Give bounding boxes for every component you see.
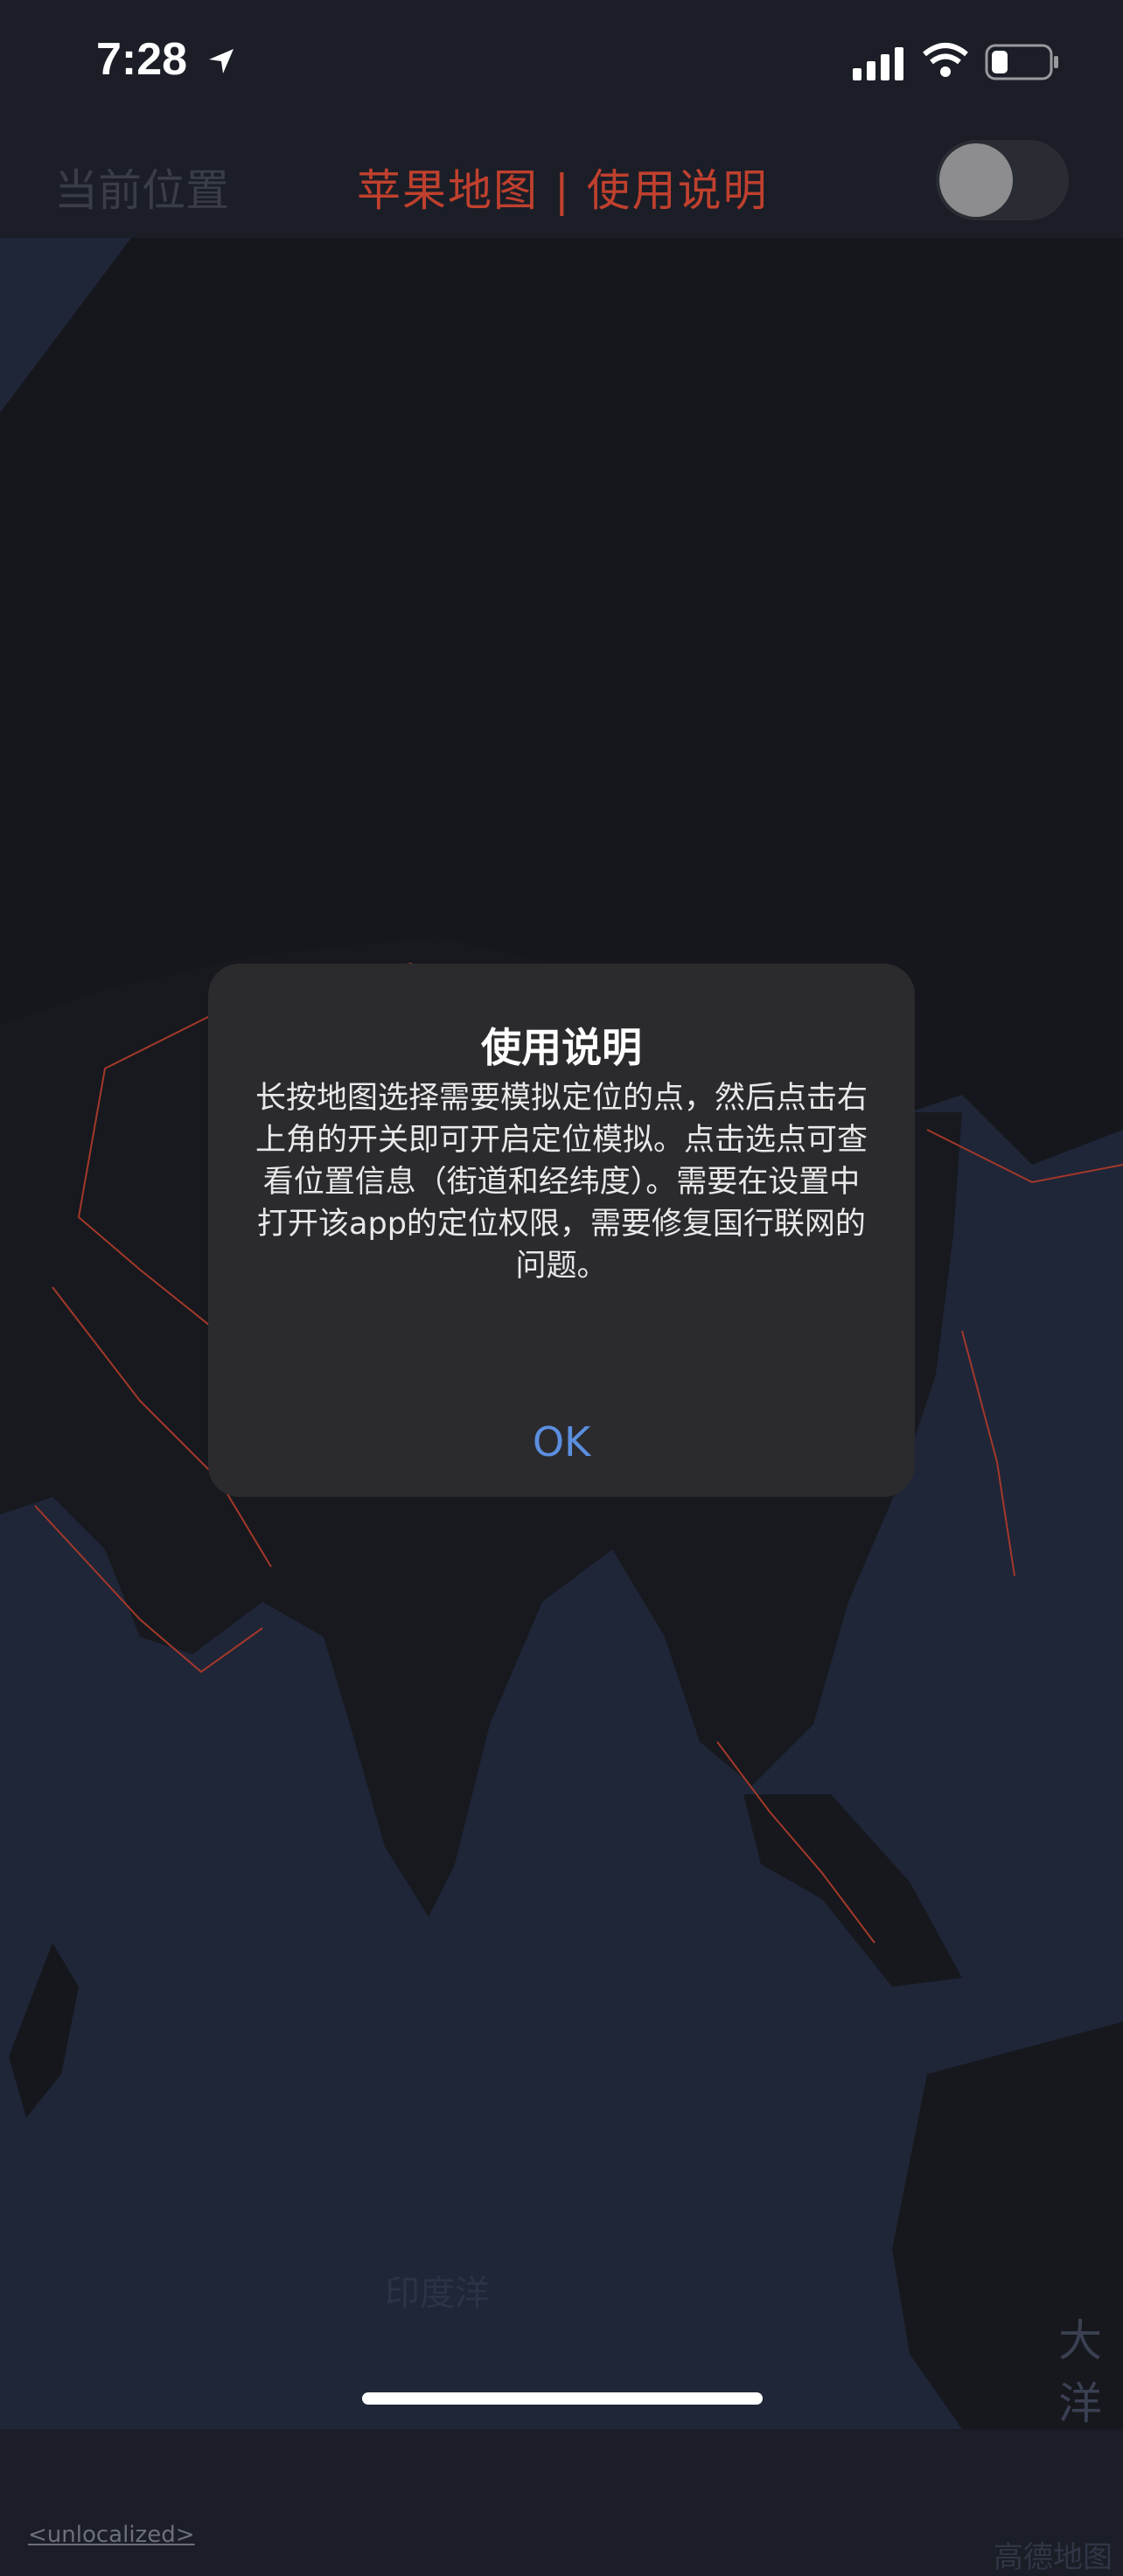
map-provider-logo: 高德地图 bbox=[994, 2540, 1113, 2575]
nav-title[interactable]: 苹果地图 | 使用说明 bbox=[357, 156, 769, 219]
ocean-label: 印度洋 bbox=[385, 2273, 490, 2314]
cellular-signal-icon bbox=[853, 47, 903, 80]
unlocalized-link[interactable]: <unlocalized> bbox=[28, 2522, 194, 2548]
dialog-title: 使用说明 bbox=[481, 1024, 642, 1071]
home-indicator[interactable] bbox=[362, 2392, 763, 2405]
ocean-label-partial: 大洋 bbox=[1058, 2315, 1102, 2429]
toggle-knob bbox=[939, 143, 1013, 217]
status-time: 7:28 bbox=[96, 34, 188, 85]
current-location-button[interactable]: 当前位置 bbox=[54, 156, 229, 219]
dialog-message: 长按地图选择需要模拟定位的点，然后点击右上角的开关即可开启定位模拟。点击选点可查… bbox=[255, 1081, 868, 1284]
ok-button[interactable]: OK bbox=[208, 1418, 915, 1471]
location-simulation-toggle[interactable] bbox=[936, 140, 1069, 220]
nav-bar: 当前位置 苹果地图 | 使用说明 bbox=[0, 131, 1123, 238]
battery-icon bbox=[985, 44, 1058, 80]
status-bar: 7:28 bbox=[0, 0, 1123, 131]
instructions-dialog: 使用说明 长按地图选择需要模拟定位的点，然后点击右上角的开关即可开启定位模拟。点… bbox=[208, 964, 915, 1497]
wifi-icon bbox=[923, 43, 968, 77]
location-arrow-icon bbox=[209, 49, 234, 73]
